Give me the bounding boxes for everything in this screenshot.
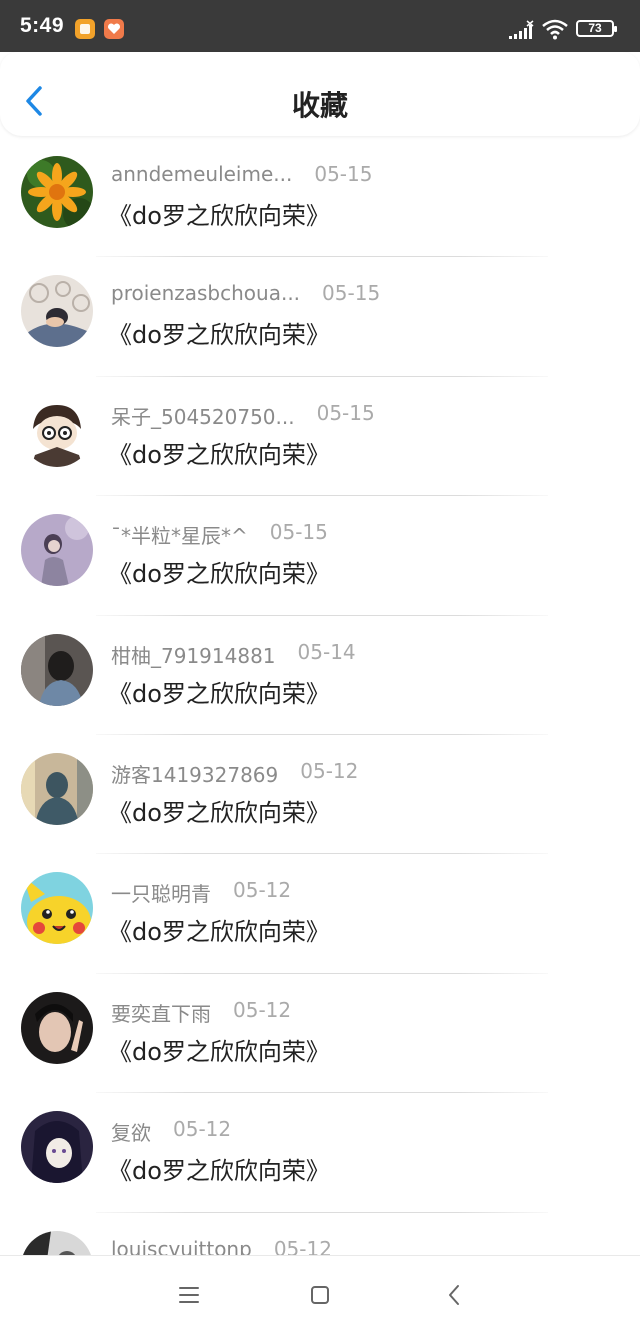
- user-name[interactable]: 呆子_504520750...: [111, 401, 295, 430]
- list-item[interactable]: 游客1419327869 05-12 《do罗之欣欣向荣》: [0, 735, 640, 855]
- user-name[interactable]: 柑柚_791914881: [111, 640, 276, 669]
- user-name[interactable]: 一只聪明青: [111, 878, 211, 907]
- post-date: 05-14: [297, 639, 356, 664]
- avatar[interactable]: [21, 394, 93, 467]
- home-square-icon[interactable]: [307, 1282, 333, 1308]
- app-header: 收藏: [0, 52, 640, 136]
- health-app-icon: [104, 19, 124, 39]
- avatar[interactable]: [21, 275, 93, 348]
- user-name[interactable]: anndemeuleime...: [111, 162, 292, 186]
- post-title[interactable]: 《do罗之欣欣向荣》: [108, 912, 330, 947]
- nav-back-icon[interactable]: [442, 1282, 468, 1308]
- user-name[interactable]: ˉ*半粒*星辰*^: [111, 520, 248, 549]
- list-item[interactable]: louiscvuittonp 05-12: [0, 1213, 640, 1255]
- avatar[interactable]: [21, 1230, 93, 1255]
- post-title[interactable]: 《do罗之欣欣向荣》: [108, 1151, 330, 1186]
- user-name[interactable]: 游客1419327869: [111, 759, 278, 788]
- post-title[interactable]: 《do罗之欣欣向荣》: [108, 435, 330, 470]
- menu-icon[interactable]: [176, 1282, 202, 1308]
- list-item[interactable]: ˉ*半粒*星辰*^ 05-15 《do罗之欣欣向荣》: [0, 496, 640, 616]
- battery-indicator: 73: [576, 20, 617, 37]
- post-title[interactable]: 《do罗之欣欣向荣》: [108, 315, 330, 350]
- avatar[interactable]: [21, 156, 93, 228]
- post-date: 05-12: [173, 1117, 232, 1142]
- system-nav-bar: [0, 1255, 640, 1333]
- page-title: 收藏: [291, 89, 348, 122]
- list-item[interactable]: 复欲 05-12 《do罗之欣欣向荣》: [0, 1093, 640, 1213]
- avatar[interactable]: [21, 514, 93, 587]
- signal-icon: [509, 20, 534, 39]
- status-bar: 5:49 73: [0, 0, 640, 52]
- post-date: 05-15: [322, 281, 381, 306]
- post-title[interactable]: 《do罗之欣欣向荣》: [108, 793, 330, 828]
- post-title[interactable]: 《do罗之欣欣向荣》: [108, 674, 330, 709]
- post-date: 05-12: [300, 758, 359, 783]
- avatar[interactable]: [21, 991, 93, 1064]
- post-date: 05-15: [314, 162, 373, 186]
- list-item[interactable]: proienzasbchoua... 05-15 《do罗之欣欣向荣》: [0, 257, 640, 377]
- post-title[interactable]: 《do罗之欣欣向荣》: [108, 196, 330, 231]
- favorites-list: anndemeuleime... 05-15 《do罗之欣欣向荣》 proienz…: [0, 138, 640, 1255]
- user-name[interactable]: 要奕直下雨: [111, 998, 211, 1027]
- avatar[interactable]: [21, 1111, 93, 1184]
- avatar[interactable]: [21, 752, 93, 825]
- status-time: 5:49: [20, 14, 65, 37]
- avatar[interactable]: [21, 872, 93, 945]
- post-date: 05-12: [233, 878, 292, 903]
- post-date: 05-15: [316, 400, 375, 425]
- avatar[interactable]: [21, 633, 93, 706]
- wifi-icon: [542, 19, 568, 40]
- user-name[interactable]: louiscvuittonp: [111, 1237, 252, 1255]
- user-name[interactable]: proienzasbchoua...: [111, 281, 300, 305]
- list-item[interactable]: 要奕直下雨 05-12 《do罗之欣欣向荣》: [0, 974, 640, 1094]
- list-item[interactable]: 柑柚_791914881 05-14 《do罗之欣欣向荣》: [0, 616, 640, 735]
- list-item[interactable]: 呆子_504520750... 05-15 《do罗之欣欣向荣》: [0, 377, 640, 497]
- post-title[interactable]: 《do罗之欣欣向荣》: [108, 1032, 330, 1067]
- user-name[interactable]: 复欲: [111, 1117, 151, 1146]
- post-date: 05-12: [273, 1236, 332, 1255]
- list-item[interactable]: 一只聪明青 05-12 《do罗之欣欣向荣》: [0, 854, 640, 974]
- post-date: 05-15: [269, 520, 328, 545]
- list-item[interactable]: anndemeuleime... 05-15 《do罗之欣欣向荣》: [0, 138, 640, 258]
- notes-app-icon: [75, 19, 95, 39]
- post-date: 05-12: [233, 997, 292, 1022]
- post-title[interactable]: 《do罗之欣欣向荣》: [108, 554, 330, 589]
